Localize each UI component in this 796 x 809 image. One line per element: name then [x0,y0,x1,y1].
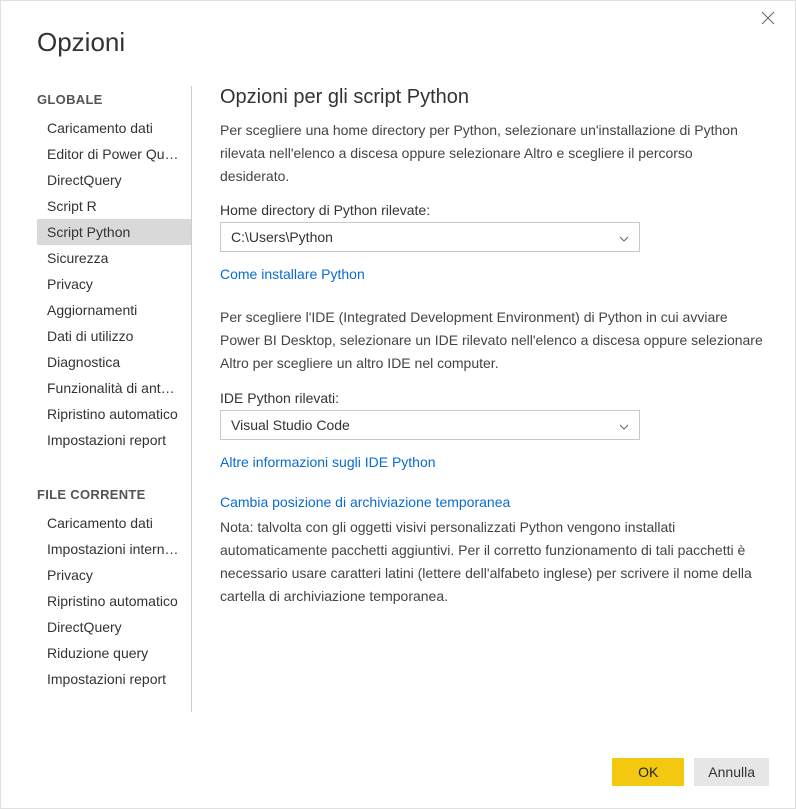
ide-info-link[interactable]: Altre informazioni sugli IDE Python [220,454,436,470]
sidebar-item-ripristino-automatico[interactable]: Ripristino automatico [37,401,191,427]
ide-label: IDE Python rilevati: [220,390,765,406]
sidebar-item-sicurezza[interactable]: Sicurezza [37,245,191,271]
ide-combo[interactable]: Visual Studio Code [220,410,640,440]
sidebar-header-global: GLOBALE [37,86,191,115]
sidebar-item-editor-power-query[interactable]: Editor di Power Query [37,141,191,167]
sidebar-item-funzionalita-anteprima[interactable]: Funzionalità di anteprima [37,375,191,401]
install-python-link[interactable]: Come installare Python [220,266,365,282]
sidebar-item-privacy[interactable]: Privacy [37,271,191,297]
sidebar-item-script-python[interactable]: Script Python [37,219,191,245]
note-text: Nota: talvolta con gli oggetti visivi pe… [220,516,765,608]
close-button[interactable] [761,11,781,31]
dialog-title: Opzioni [1,1,795,58]
ok-button[interactable]: OK [612,758,684,786]
home-dir-combo[interactable]: C:\Users\Python [220,222,640,252]
sidebar-item-impostazioni-report[interactable]: Impostazioni report [37,427,191,453]
temp-storage-link[interactable]: Cambia posizione di archiviazione tempor… [220,494,510,510]
sidebar-item-file-directquery[interactable]: DirectQuery [37,614,191,640]
sidebar-item-caricamento-dati[interactable]: Caricamento dati [37,115,191,141]
close-icon [761,11,775,25]
sidebar-item-file-privacy[interactable]: Privacy [37,562,191,588]
home-dir-value: C:\Users\Python [231,229,333,245]
sidebar-item-dati-utilizzo[interactable]: Dati di utilizzo [37,323,191,349]
main-title: Opzioni per gli script Python [220,86,765,109]
sidebar-item-file-impostazioni-intl[interactable]: Impostazioni internazionali [37,536,191,562]
intro-text: Per scegliere una home directory per Pyt… [220,119,765,188]
home-dir-label: Home directory di Python rilevate: [220,202,765,218]
chevron-down-icon [619,229,629,245]
sidebar-item-file-impostazioni-report[interactable]: Impostazioni report [37,666,191,692]
sidebar-item-directquery[interactable]: DirectQuery [37,167,191,193]
sidebar-item-diagnostica[interactable]: Diagnostica [37,349,191,375]
sidebar-item-aggiornamenti[interactable]: Aggiornamenti [37,297,191,323]
chevron-down-icon [619,417,629,433]
main-panel: Opzioni per gli script Python Per scegli… [192,86,795,712]
ide-value: Visual Studio Code [231,417,350,433]
sidebar-header-file: FILE CORRENTE [37,481,191,510]
sidebar-item-file-ripristino[interactable]: Ripristino automatico [37,588,191,614]
cancel-button[interactable]: Annulla [694,758,769,786]
sidebar-item-file-caricamento-dati[interactable]: Caricamento dati [37,510,191,536]
ide-intro-text: Per scegliere l'IDE (Integrated Developm… [220,306,765,375]
dialog-footer: OK Annulla [612,758,769,786]
sidebar-item-script-r[interactable]: Script R [37,193,191,219]
sidebar-item-file-riduzione-query[interactable]: Riduzione query [37,640,191,666]
sidebar: GLOBALE Caricamento dati Editor di Power… [37,86,192,712]
